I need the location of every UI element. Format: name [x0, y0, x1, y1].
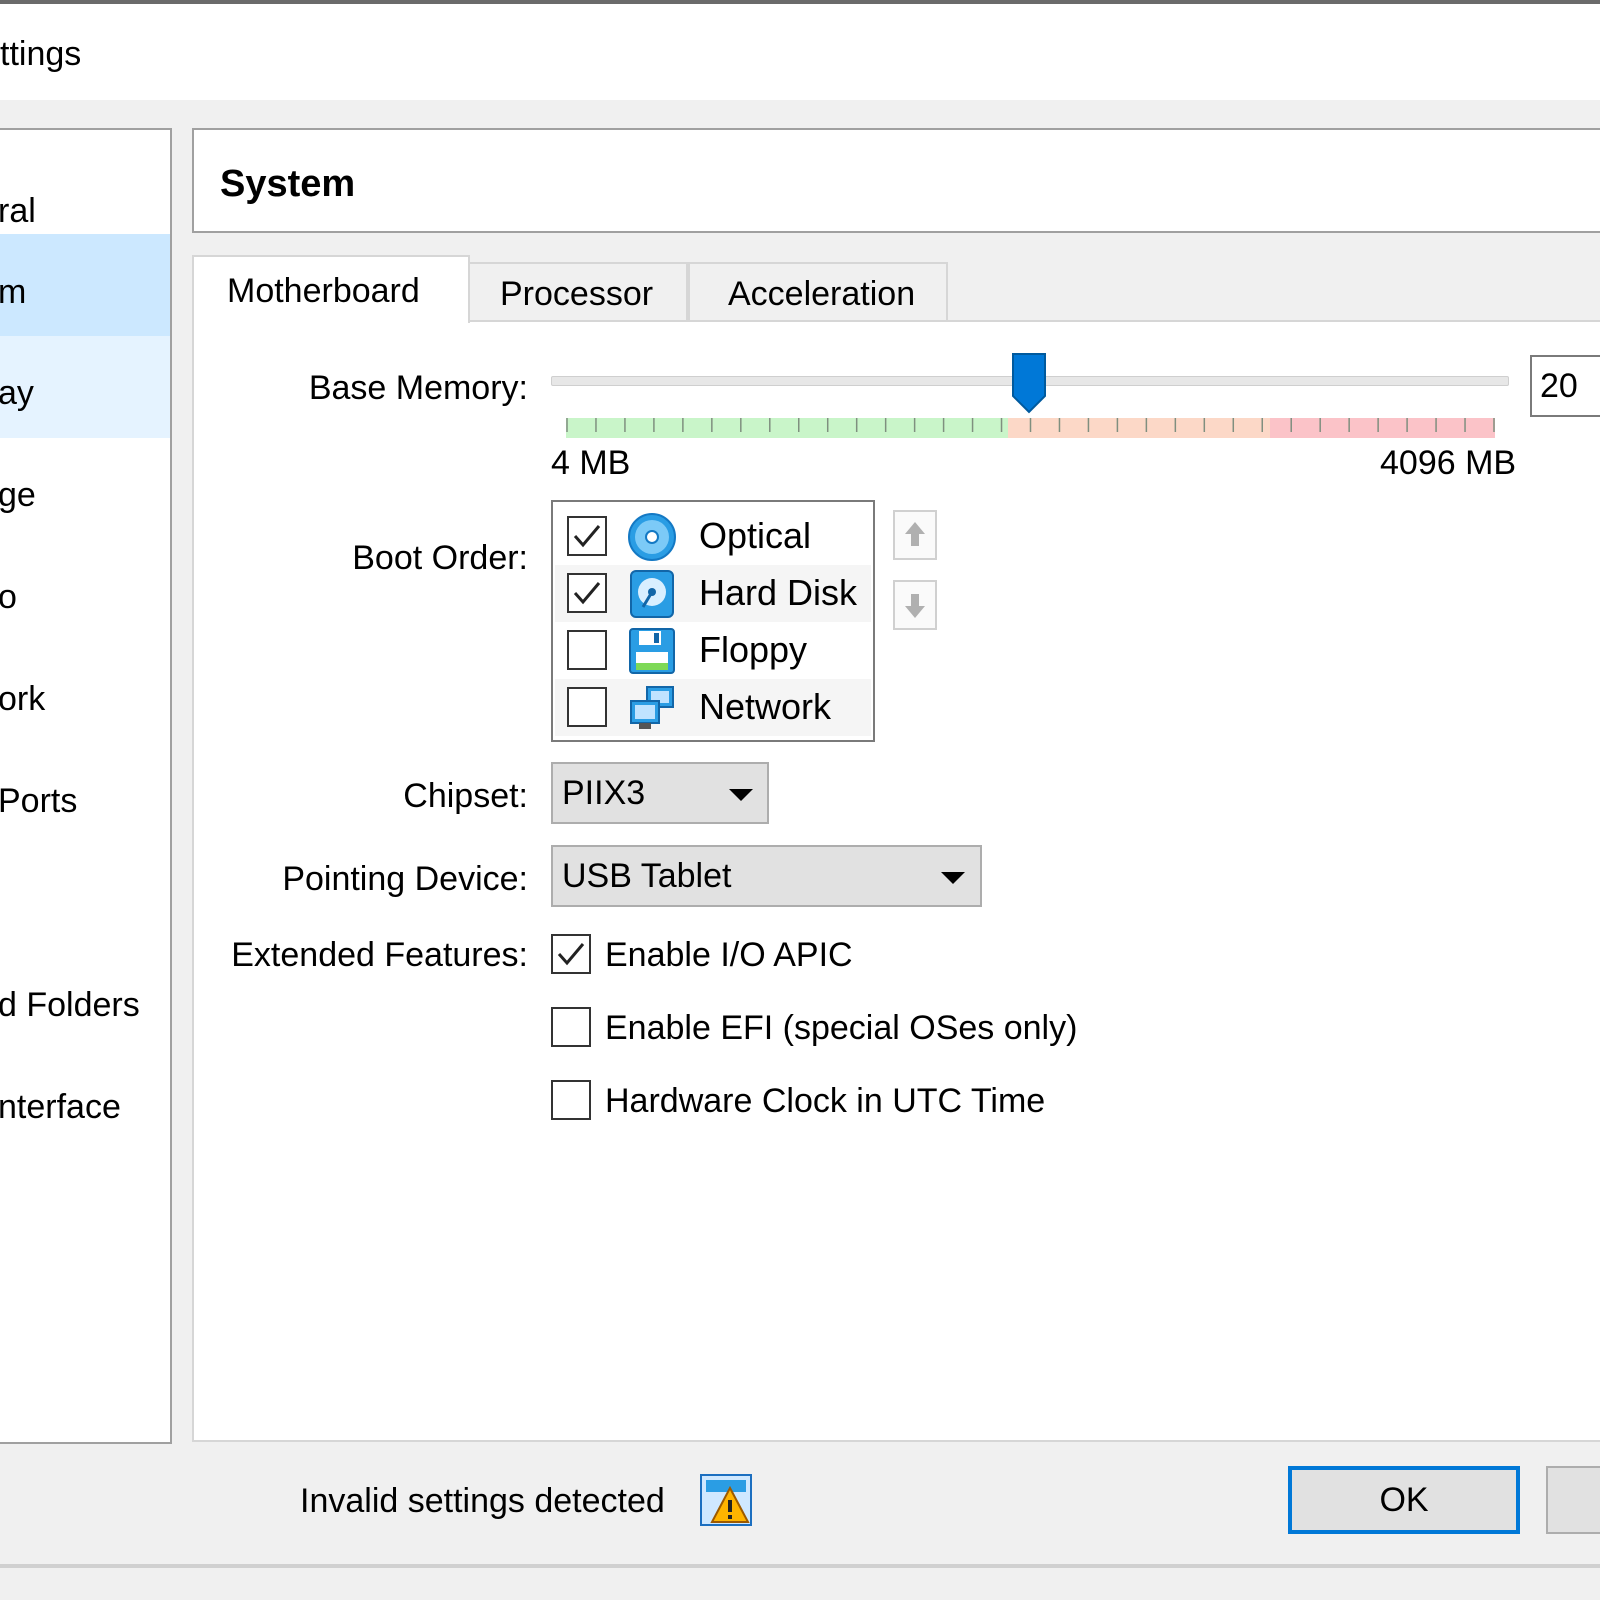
sidebar-item-label: d Folders: [0, 986, 140, 1024]
slider-thumb[interactable]: [1011, 352, 1047, 414]
optical-disc-icon: [628, 513, 676, 561]
sidebar-item-label: ay: [0, 374, 34, 412]
boot-item-floppy[interactable]: Floppy: [555, 622, 871, 679]
boot-item-label: Network: [699, 686, 832, 727]
sidebar-item-usb[interactable]: [0, 846, 170, 948]
sidebar-item-label: Ports: [0, 782, 78, 820]
chipset-value: PIIX3: [562, 774, 646, 812]
boot-item-optical[interactable]: Optical: [555, 508, 871, 565]
tab-motherboard[interactable]: Motherboard: [192, 255, 470, 323]
arrow-down-icon: [905, 594, 925, 618]
efi-label: Enable EFI (special OSes only): [605, 1009, 1078, 1047]
utc-clock-label: Hardware Clock in UTC Time: [605, 1082, 1046, 1120]
move-down-button[interactable]: [893, 580, 937, 630]
sidebar-item-network[interactable]: ork: [0, 642, 170, 744]
warning-icon[interactable]: [700, 1474, 752, 1526]
tab-acceleration[interactable]: Acceleration: [688, 262, 948, 320]
tab-label: Motherboard: [227, 272, 420, 310]
arrow-up-icon: [905, 522, 925, 546]
boot-order-label: Boot Order:: [352, 539, 528, 577]
base-memory-input[interactable]: 20: [1530, 355, 1600, 417]
sidebar-item-label: ge: [0, 476, 36, 514]
boot-floppy-checkbox[interactable]: [567, 630, 607, 670]
sidebar-item-label: ork: [0, 680, 46, 718]
tab-processor[interactable]: Processor: [468, 262, 688, 320]
cancel-button[interactable]: [1546, 1466, 1600, 1534]
io-apic-checkbox[interactable]: [551, 934, 591, 974]
boot-item-label: Optical: [699, 515, 812, 556]
io-apic-label: Enable I/O APIC: [605, 936, 853, 974]
boot-order-list[interactable]: Optical Hard Disk Floppy Network: [551, 500, 875, 742]
sidebar-item-serial-ports[interactable]: Ports: [0, 744, 170, 846]
floppy-icon: [629, 628, 675, 674]
tab-label: Acceleration: [728, 275, 916, 313]
sidebar-item-storage[interactable]: ge: [0, 438, 170, 540]
chevron-down-icon: [729, 789, 753, 801]
boot-network-checkbox[interactable]: [567, 687, 607, 727]
memory-max-label: 4096 MB: [1380, 444, 1517, 482]
efi-checkbox[interactable]: [551, 1007, 591, 1047]
window-title: ttings: [0, 35, 82, 73]
boot-item-label: Hard Disk: [699, 572, 858, 613]
extended-features-label: Extended Features:: [231, 936, 528, 974]
chipset-dropdown[interactable]: PIIX3: [551, 762, 769, 824]
boot-item-hard-disk[interactable]: Hard Disk: [555, 565, 871, 622]
base-memory-label: Base Memory:: [308, 369, 528, 407]
sidebar-item-audio[interactable]: o: [0, 540, 170, 642]
title-bar: ttings: [0, 4, 1600, 100]
network-icon: [630, 686, 674, 729]
boot-item-network[interactable]: Network: [555, 679, 871, 736]
sidebar-item-label: o: [0, 577, 17, 617]
utc-clock-checkbox[interactable]: [551, 1080, 591, 1120]
move-up-button[interactable]: [893, 510, 937, 560]
pointing-device-label: Pointing Device:: [282, 860, 528, 898]
pointing-device-dropdown[interactable]: USB Tablet: [551, 845, 982, 907]
settings-category-list[interactable]: ral m ay ge o ork Ports d Folders nterfa…: [0, 128, 172, 1444]
sidebar-item-label: ral: [0, 192, 36, 230]
sidebar-item-display[interactable]: ay: [0, 336, 170, 438]
boot-optical-checkbox[interactable]: [567, 516, 607, 556]
pointing-device-value: USB Tablet: [562, 857, 732, 895]
hard-disk-icon: [630, 570, 674, 618]
tab-label: Processor: [500, 275, 654, 313]
memory-scale-ticks: [566, 418, 1495, 432]
page-header: System: [192, 128, 1600, 233]
chipset-label: Chipset:: [403, 777, 528, 815]
sidebar-item-system[interactable]: m: [0, 234, 170, 336]
page-title: System: [220, 163, 356, 205]
boot-item-label: Floppy: [699, 629, 808, 670]
invalid-settings-text: Invalid settings detected: [300, 1482, 665, 1520]
sidebar-item-label: m: [0, 273, 27, 311]
memory-min-label: 4 MB: [551, 444, 631, 482]
ok-button[interactable]: OK: [1288, 1466, 1520, 1534]
bottom-border: [0, 1564, 1600, 1568]
sidebar-item-shared-folders[interactable]: d Folders: [0, 948, 170, 1050]
chevron-down-icon: [941, 872, 965, 884]
sidebar-item-label: nterface: [0, 1088, 121, 1126]
boot-hard-disk-checkbox[interactable]: [567, 573, 607, 613]
sidebar-item-user-interface[interactable]: nterface: [0, 1050, 170, 1152]
